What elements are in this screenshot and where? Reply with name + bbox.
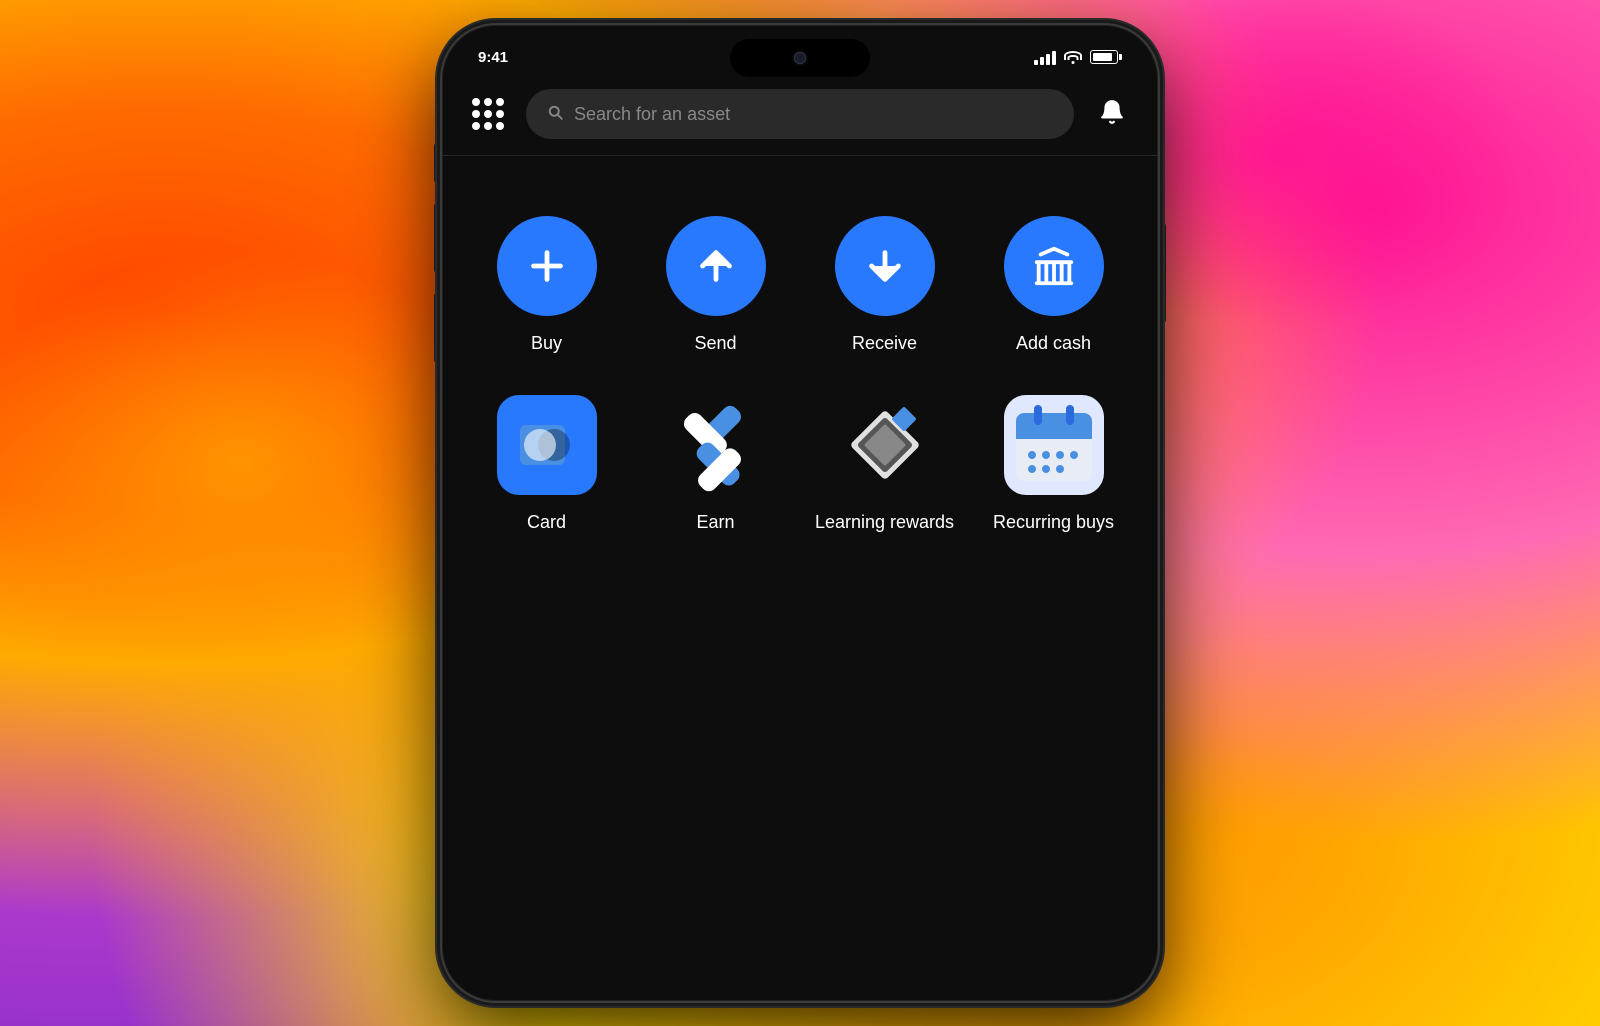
- power-button: [1161, 223, 1166, 323]
- search-bar[interactable]: Search for an asset: [526, 89, 1074, 139]
- grid-dot: [472, 122, 480, 130]
- learning-rewards-label: Learning rewards: [815, 511, 954, 534]
- buy-icon: [497, 216, 597, 316]
- add-cash-label: Add cash: [1016, 332, 1091, 355]
- buy-label: Buy: [531, 332, 562, 355]
- grid-dot: [484, 122, 492, 130]
- volume-down-button: [434, 293, 439, 363]
- signal-bar-2: [1040, 57, 1044, 65]
- action-add-cash[interactable]: Add cash: [969, 196, 1138, 375]
- battery-tip: [1119, 54, 1122, 60]
- grid-dot: [496, 98, 504, 106]
- card-icon: [497, 395, 597, 495]
- dynamic-island: [730, 39, 870, 77]
- status-indicators: [1034, 49, 1122, 65]
- silent-button: [434, 143, 439, 183]
- camera-dot: [794, 52, 806, 64]
- action-recurring-buys[interactable]: Recurring buys: [969, 375, 1138, 554]
- battery-fill: [1093, 53, 1112, 61]
- battery-body: [1090, 50, 1118, 64]
- phone-screen: 9:41: [440, 23, 1160, 1003]
- grid-dot: [484, 110, 492, 118]
- action-receive[interactable]: Receive: [800, 196, 969, 375]
- wifi-dot: [1072, 61, 1075, 64]
- receive-icon: [835, 216, 935, 316]
- grid-dot: [496, 110, 504, 118]
- earn-icon: [666, 395, 766, 495]
- app-header: Search for an asset: [442, 81, 1158, 156]
- signal-bar-3: [1046, 54, 1050, 65]
- earn-label: Earn: [696, 511, 734, 534]
- grid-dot: [484, 98, 492, 106]
- grid-dot: [472, 98, 480, 106]
- recurring-buys-icon: [1004, 395, 1104, 495]
- menu-button[interactable]: [466, 92, 510, 136]
- phone-frame: 9:41: [440, 23, 1160, 1003]
- battery-icon: [1090, 50, 1122, 64]
- signal-bar-4: [1052, 51, 1056, 65]
- grid-dot: [496, 122, 504, 130]
- add-cash-icon: [1004, 216, 1104, 316]
- action-learning-rewards[interactable]: Learning rewards: [800, 375, 969, 554]
- bell-icon: [1099, 99, 1125, 130]
- wifi-icon: [1064, 50, 1082, 64]
- action-send[interactable]: Send: [631, 196, 800, 375]
- wifi-arc-medium: [1068, 55, 1079, 60]
- send-label: Send: [694, 332, 736, 355]
- action-buy[interactable]: Buy: [462, 196, 631, 375]
- signal-bar-1: [1034, 60, 1038, 65]
- card-label: Card: [527, 511, 566, 534]
- recurring-buys-label: Recurring buys: [993, 511, 1114, 534]
- status-time: 9:41: [478, 49, 538, 66]
- grid-dot: [472, 110, 480, 118]
- signal-icon: [1034, 49, 1056, 65]
- search-icon: [546, 103, 564, 126]
- notification-button[interactable]: [1090, 92, 1134, 136]
- action-card[interactable]: Card: [462, 375, 631, 554]
- actions-grid: Buy Send Receive: [442, 156, 1158, 595]
- volume-up-button: [434, 203, 439, 273]
- search-placeholder-text: Search for an asset: [574, 104, 730, 125]
- learning-rewards-icon: [835, 395, 935, 495]
- grid-icon: [472, 98, 504, 130]
- receive-label: Receive: [852, 332, 917, 355]
- action-earn[interactable]: Earn: [631, 375, 800, 554]
- send-icon: [666, 216, 766, 316]
